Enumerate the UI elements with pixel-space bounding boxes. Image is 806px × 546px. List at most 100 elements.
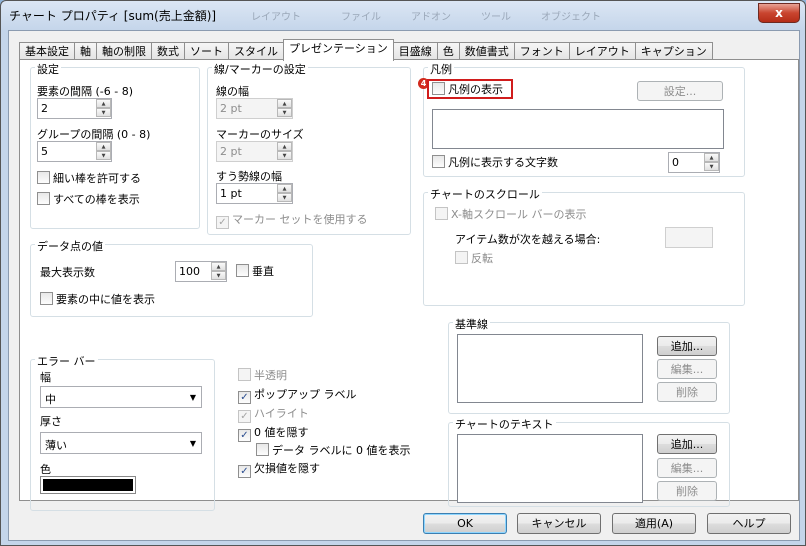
legend-preview (432, 109, 724, 149)
checkbox-icon (455, 251, 468, 264)
color-swatch (43, 479, 133, 491)
checkmark-icon: ✓ (238, 410, 251, 423)
group-spacing-stepper[interactable]: 5 ▲ ▼ (37, 141, 112, 162)
vertical-checkbox[interactable]: 垂直 (236, 264, 274, 278)
spin-up-icon[interactable]: ▲ (211, 262, 226, 271)
error-width-label: 幅 (40, 371, 51, 384)
spin-up-icon[interactable]: ▲ (277, 184, 292, 193)
trend-width-label: すう勢線の幅 (216, 170, 282, 183)
reference-lines-list[interactable] (457, 334, 643, 403)
spin-down-icon[interactable]: ▼ (277, 151, 292, 160)
cancel-button[interactable]: キャンセル (517, 513, 601, 534)
data-values-group-title: データ点の値 (35, 238, 105, 254)
bar-spacing-label: 要素の間隔 (-6 - 8) (37, 85, 134, 98)
tab-strip: 基本設定軸軸の制限 数式 ソート スタイル プレゼンテーション 目盛線色数値書式 フォントレ… (19, 39, 713, 61)
tab-presentation[interactable]: プレゼンテーション (283, 39, 394, 61)
legend-settings-button[interactable]: 設定... (637, 81, 723, 101)
dialog-client: 基本設定軸軸の制限 数式 ソート スタイル プレゼンテーション 目盛線色数値書式 フォントレ… (8, 30, 800, 541)
reference-lines-group-title: 基準線 (453, 316, 490, 332)
help-button[interactable]: ヘルプ (707, 513, 791, 534)
suppress-missing-checkbox[interactable]: ✓ 欠損値を隠す (238, 462, 320, 478)
checkbox-icon (37, 192, 50, 205)
title-bar[interactable]: チャート プロパティ [sum(売上金額)] レイアウト ファイル アドオン ツ… (1, 1, 805, 29)
error-color-label: 色 (40, 463, 51, 476)
limit-legend-chars-checkbox[interactable]: 凡例に表示する文字数 (432, 155, 558, 169)
reference-line-delete-button[interactable]: 削除 (657, 382, 717, 402)
error-width-select[interactable]: 中 ▼ (40, 386, 202, 408)
dropdown-arrow-icon: ▼ (189, 439, 196, 448)
checkbox-icon (236, 264, 249, 277)
presentation-page: 設定 要素の間隔 (-6 - 8) 2 ▲ ▼ グループの間隔 (0 - 8) 5… (19, 59, 799, 511)
checkbox-icon (37, 171, 50, 184)
values-in-segment-checkbox[interactable]: 要素の中に値を表示 (40, 292, 155, 306)
checkbox-icon (238, 368, 251, 381)
checkbox-icon (432, 155, 445, 168)
spin-down-icon[interactable]: ▼ (96, 108, 111, 117)
chart-scroll-group-title: チャートのスクロール (428, 186, 542, 202)
chart-text-delete-button[interactable]: 削除 (657, 481, 717, 501)
checkmark-icon: ✓ (238, 465, 251, 478)
spin-up-icon[interactable]: ▲ (704, 153, 719, 162)
spin-up-icon[interactable]: ▲ (277, 142, 292, 151)
chart-text-list[interactable] (457, 434, 643, 503)
reference-line-edit-button[interactable]: 編集... (657, 359, 717, 379)
reversed-checkbox[interactable]: 反転 (455, 251, 493, 265)
max-values-label: 最大表示数 (40, 266, 95, 279)
error-thickness-label: 厚さ (40, 415, 62, 428)
use-marker-set-checkbox[interactable]: ✓ マーカー セットを使用する (216, 213, 368, 229)
spin-up-icon[interactable]: ▲ (96, 142, 111, 151)
window-title: チャート プロパティ [sum(売上金額)] (9, 9, 217, 23)
spin-down-icon[interactable]: ▼ (704, 162, 719, 171)
checkbox-icon (40, 292, 53, 305)
checkmark-icon: ✓ (238, 391, 251, 404)
marker-size-stepper[interactable]: 2 pt ▲ ▼ (216, 141, 293, 162)
popup-labels-checkbox[interactable]: ✓ ポップアップ ラベル (238, 388, 357, 404)
zero-on-bars-checkbox[interactable]: データ ラベルに 0 値を表示 (256, 443, 411, 457)
error-color-swatch[interactable] (40, 476, 136, 494)
marker-size-label: マーカーのサイズ (216, 128, 304, 141)
trend-width-stepper[interactable]: 1 pt ▲ ▼ (216, 183, 293, 204)
checkbox-icon (256, 443, 269, 456)
spin-down-icon[interactable]: ▼ (277, 108, 292, 117)
legend-group-title: 凡例 (428, 61, 454, 77)
dropdown-arrow-icon: ▼ (189, 393, 196, 402)
spin-down-icon[interactable]: ▼ (277, 193, 292, 202)
close-button[interactable]: x (758, 3, 800, 23)
chart-text-add-button[interactable]: 追加... (657, 434, 717, 454)
spin-up-icon[interactable]: ▲ (277, 99, 292, 108)
highlight-checkbox[interactable]: ✓ ハイライト (238, 407, 309, 423)
dialog-window: チャート プロパティ [sum(売上金額)] レイアウト ファイル アドオン ツ… (0, 0, 806, 546)
chart-text-edit-button[interactable]: 編集... (657, 458, 717, 478)
spin-up-icon[interactable]: ▲ (96, 99, 111, 108)
apply-button[interactable]: 適用(A) (612, 513, 696, 534)
error-thickness-select[interactable]: 薄い ▼ (40, 432, 202, 454)
checkmark-icon: ✓ (238, 429, 251, 442)
checkbox-icon (432, 82, 445, 95)
group-spacing-label: グループの間隔 (0 - 8) (37, 128, 151, 141)
spin-down-icon[interactable]: ▼ (211, 271, 226, 280)
items-over-input[interactable] (665, 227, 713, 248)
items-over-label: アイテム数が次を越える場合: (455, 233, 601, 246)
background-window-title: レイアウト ファイル アドオン ツール オブジェクト (251, 12, 601, 23)
max-values-stepper[interactable]: 100 ▲ ▼ (175, 261, 227, 282)
semi-transparent-checkbox[interactable]: 半透明 (238, 368, 287, 382)
x-scroll-checkbox[interactable]: X-軸スクロール バーの表示 (435, 207, 586, 221)
bar-spacing-stepper[interactable]: 2 ▲ ▼ (37, 98, 112, 119)
show-all-bars-checkbox[interactable]: すべての棒を表示 (37, 192, 140, 206)
error-bars-group-title: エラー バー (35, 353, 98, 369)
settings-group-title: 設定 (35, 61, 61, 77)
reference-line-add-button[interactable]: 追加... (657, 336, 717, 356)
line-width-stepper[interactable]: 2 pt ▲ ▼ (216, 98, 293, 119)
allow-thin-bars-checkbox[interactable]: 細い棒を許可する (37, 171, 141, 185)
show-legend-checkbox[interactable]: 凡例の表示 (432, 82, 503, 96)
ok-button[interactable]: OK (423, 513, 507, 534)
checkmark-icon: ✓ (216, 216, 229, 229)
legend-chars-stepper[interactable]: 0 ▲ ▼ (668, 152, 720, 173)
chart-text-group-title: チャートのテキスト (453, 416, 556, 432)
spin-down-icon[interactable]: ▼ (96, 151, 111, 160)
checkbox-icon (435, 207, 448, 220)
suppress-zero-checkbox[interactable]: ✓ 0 値を隠す (238, 426, 309, 442)
line-marker-group-title: 線/マーカーの設定 (212, 61, 308, 77)
line-width-label: 線の幅 (216, 85, 249, 98)
data-values-group (30, 244, 313, 317)
